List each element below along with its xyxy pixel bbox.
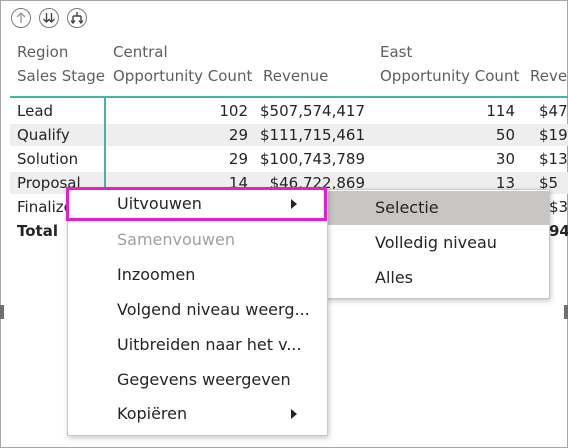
- submenu-item-volledig-niveau[interactable]: Volledig niveau: [327, 226, 549, 260]
- table-cell[interactable]: 29: [150, 125, 248, 145]
- submenu-item-label: Volledig niveau: [375, 233, 497, 252]
- table-cell[interactable]: 102: [150, 101, 248, 121]
- menu-item-label: Samenvouwen: [117, 230, 235, 249]
- table-cell[interactable]: 114: [420, 101, 515, 121]
- menu-item-kopieren[interactable]: Kopiëren: [68, 397, 327, 431]
- row-header-sales-stage[interactable]: Sales Stage: [17, 66, 105, 86]
- table-cell[interactable]: $19: [539, 125, 568, 145]
- table-cell[interactable]: $47: [539, 101, 568, 121]
- table-cell[interactable]: 50: [420, 125, 515, 145]
- column-header-opportunity-count[interactable]: Opportunity Count: [113, 66, 252, 86]
- table-cell[interactable]: $13: [539, 149, 568, 169]
- table-cell-total[interactable]: 94: [549, 221, 568, 241]
- context-menu: Samenvouwen Inzoomen Volgend niveau weer…: [67, 188, 328, 436]
- menu-item-volgend-niveau[interactable]: Volgend niveau weerg...: [68, 293, 327, 327]
- table-cell[interactable]: 30: [420, 149, 515, 169]
- chevron-right-icon: [291, 199, 297, 209]
- row-label-total[interactable]: Total: [17, 221, 58, 241]
- menu-item-gegevens-weergeven[interactable]: Gegevens weergeven: [68, 363, 327, 397]
- table-cell[interactable]: 29: [150, 149, 248, 169]
- row-header-region[interactable]: Region: [17, 42, 68, 62]
- row-label[interactable]: Lead: [17, 101, 53, 121]
- submenu-item-selectie[interactable]: Selectie: [327, 191, 549, 225]
- menu-item-label: Volgend niveau weerg...: [117, 300, 310, 319]
- submenu-item-alles[interactable]: Alles: [327, 261, 549, 295]
- menu-item-label: Kopiëren: [117, 404, 188, 423]
- column-header-revenue[interactable]: Revenue: [263, 66, 328, 86]
- table-cell[interactable]: $507,574,417: [258, 101, 365, 121]
- menu-item-uitbreiden[interactable]: Uitbreiden naar het v...: [68, 328, 327, 362]
- menu-item-label: Inzoomen: [117, 265, 196, 284]
- row-label[interactable]: Finalize: [17, 197, 73, 217]
- menu-item-label: Gegevens weergeven: [117, 370, 291, 389]
- table-cell[interactable]: $100,743,789: [258, 149, 365, 169]
- column-header-opportunity-count[interactable]: Opportunity Count: [380, 66, 519, 86]
- menu-item-samenvouwen[interactable]: Samenvouwen: [68, 223, 327, 257]
- header-divider: [10, 96, 568, 98]
- menu-item-uitvouwen[interactable]: Uitvouwen: [66, 187, 327, 221]
- menu-item-label: Uitbreiden naar het v...: [117, 335, 302, 354]
- chevron-right-icon: [291, 409, 297, 419]
- menu-item-label: Uitvouwen: [117, 194, 202, 213]
- table-cell[interactable]: $111,715,461: [258, 125, 365, 145]
- column-group-east[interactable]: East: [380, 42, 412, 62]
- menu-item-inzoomen[interactable]: Inzoomen: [68, 258, 327, 292]
- row-label[interactable]: Solution: [17, 149, 78, 169]
- table-cell[interactable]: $3: [549, 197, 568, 217]
- submenu-item-label: Selectie: [375, 198, 439, 217]
- submenu-item-label: Alles: [375, 268, 414, 287]
- row-label[interactable]: Qualify: [17, 125, 70, 145]
- expand-submenu: Selectie Volledig niveau Alles: [326, 189, 550, 299]
- column-group-central[interactable]: Central: [113, 42, 168, 62]
- column-header-revenue[interactable]: Reven: [530, 66, 568, 86]
- menu-item-uitvouwen-row: Uitvouwen: [69, 187, 324, 221]
